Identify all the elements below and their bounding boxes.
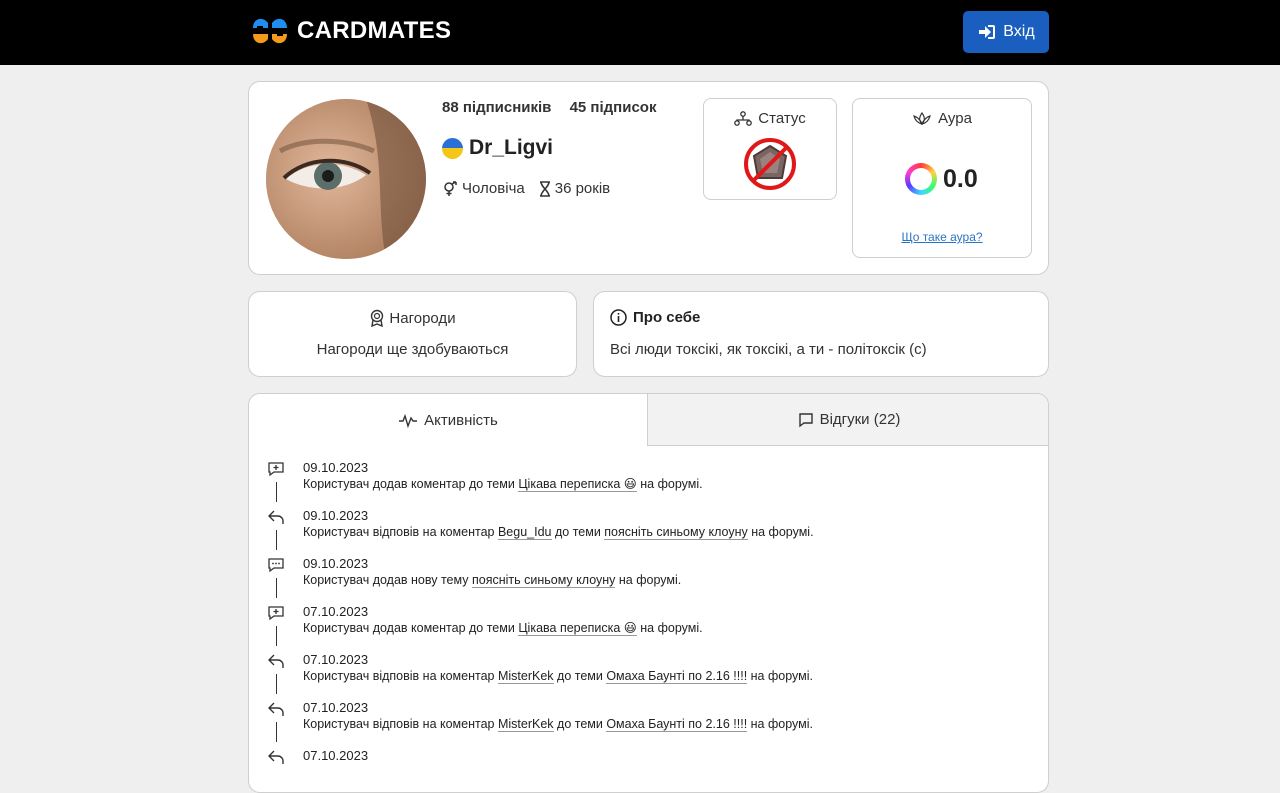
about-card: Про себе Всі люди токсікі, як токсікі, а… [593,291,1049,377]
feed-entry: 09.10.2023 Користувач додав нову тему по… [267,556,1027,604]
username-row: Dr_Ligvi [442,136,553,160]
feed-link[interactable]: Омаха Баунті по 2.16 !!!! [606,669,748,684]
cardmates-logo-icon [253,18,287,44]
timeline-line [276,530,277,550]
feed-link[interactable]: MisterKek [497,669,554,684]
gender-info: Чоловіча [442,180,525,197]
awards-title: Нагороди [389,309,456,327]
pulse-icon [399,413,418,428]
comment-add-icon [268,606,284,621]
avatar [266,99,426,259]
feed-date: 09.10.2023 [303,508,369,523]
follow-counts: 88 підписників 45 підписок [442,99,670,116]
reply-icon [268,510,284,524]
reply-icon [268,654,284,668]
feed-text: Користувач відповів на коментар MisterKe… [303,669,813,684]
feed-date: 09.10.2023 [303,460,369,475]
status-title: Статус [758,110,806,127]
no-status-icon [744,138,796,190]
feed-text: Користувач додав коментар до теми Цікава… [303,477,703,492]
tab-activity-label: Активність [424,411,498,429]
feed-link[interactable]: Begu_Idu [497,525,552,540]
aura-box: Аура 0.0 Що таке аура? [852,98,1032,258]
feed-entry: 09.10.2023 Користувач відповів на комент… [267,508,1027,556]
feed-entry: 09.10.2023 Користувач додав коментар до … [267,460,1027,508]
timeline-line [276,722,277,742]
feed-date: 07.10.2023 [303,700,369,715]
profile-card: 88 підписників 45 підписок Dr_Ligvi Чоло… [248,81,1049,275]
login-button[interactable]: Вхід [963,11,1049,53]
feed-link[interactable]: MisterKek [497,717,554,732]
feed-date: 07.10.2023 [303,604,369,619]
info-icon [610,309,627,326]
activity-card: Активність Відгуки (22) 09.10.2023 Корис… [248,393,1049,793]
topic-icon [268,558,284,573]
feed-link[interactable]: Цікава переписка 😃 [518,477,637,492]
feed-text: Користувач додав нову тему поясніть синь… [303,573,682,588]
reply-icon [268,702,284,716]
profile-meta: Чоловіча 36 років [442,180,610,197]
status-icon [734,110,753,126]
reply-icon [268,750,284,764]
awards-title-row: Нагороди [249,309,576,327]
status-box: Статус [703,98,837,200]
feed-link[interactable]: поясніть синьому клоуну [604,525,748,540]
brand-logo[interactable]: CARDMATES [249,10,451,52]
gender-label: Чоловіча [462,180,525,197]
login-label: Вхід [1003,23,1035,40]
sign-in-icon [979,25,996,39]
avatar-image [266,99,426,259]
feed-link[interactable]: Цікава переписка 😃 [518,621,637,636]
aura-value: 0.0 [943,164,978,193]
timeline-line [276,482,277,502]
awards-card: Нагороди Нагороди ще здобуваються [248,291,577,377]
feed-entry: 07.10.2023 Користувач відповів на комент… [267,700,1027,748]
tab-activity[interactable]: Активність [249,394,647,446]
aura-title: Аура [938,110,972,127]
timeline-line [276,578,277,598]
feed-text: Користувач додав коментар до теми Цікава… [303,621,703,636]
age-label: 36 років [554,180,611,197]
feed-date: 09.10.2023 [303,556,369,571]
comment-add-icon [268,462,284,477]
lotus-icon [913,111,931,125]
what-is-aura-link[interactable]: Що таке аура? [853,230,1031,244]
followers-count[interactable]: 88 підписників [442,99,551,116]
gender-icon [444,180,457,196]
tab-reviews[interactable]: Відгуки (22) [647,394,1048,446]
feed-entry: 07.10.2023 [267,748,1027,792]
about-title: Про себе [633,309,701,326]
feed-text: Користувач відповів на коментар MisterKe… [303,717,813,732]
aura-title-row: Аура [853,110,1031,127]
feed-entry: 07.10.2023 Користувач відповів на комент… [267,652,1027,700]
aura-ring-icon [905,163,937,195]
feed-entry: 07.10.2023 Користувач додав коментар до … [267,604,1027,652]
tab-reviews-label: Відгуки (22) [819,411,901,428]
brand-name: CARDMATES [297,17,452,44]
following-count[interactable]: 45 підписок [570,99,657,116]
feed-link[interactable]: поясніть синьому клоуну [471,573,616,588]
top-bar: CARDMATES Вхід [0,0,1280,65]
aura-value-row: 0.0 [905,163,978,195]
activity-tabs: Активність Відгуки (22) [249,394,1048,446]
timeline-line [276,626,277,646]
feed-link[interactable]: Омаха Баунті по 2.16 !!!! [606,717,748,732]
about-text: Всі люди токсікі, як токсікі, а ти - пол… [610,341,927,358]
feed-text: Користувач відповів на коментар Begu_Idu… [303,525,814,540]
hourglass-icon [539,180,550,197]
username: Dr_Ligvi [469,136,554,159]
award-icon [371,309,384,327]
feed-date: 07.10.2023 [303,748,369,763]
ukraine-flag-icon [442,137,463,159]
chat-icon [798,412,813,427]
about-title-row: Про себе [610,309,700,326]
awards-text: Нагороди ще здобуваються [316,341,509,358]
timeline-line [276,674,277,694]
feed-date: 07.10.2023 [303,652,369,667]
activity-feed: 09.10.2023 Користувач додав коментар до … [267,460,1027,792]
status-title-row: Статус [704,110,836,127]
age-info: 36 років [539,180,610,197]
